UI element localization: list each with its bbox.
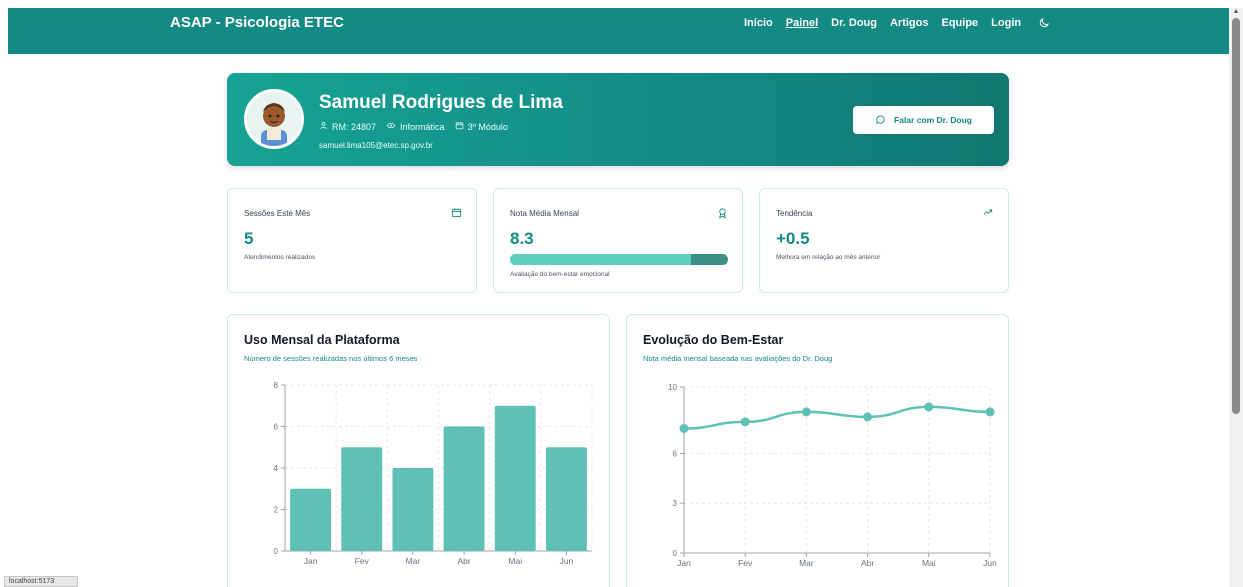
stat-card-sessions: Sessões Este Mês 5 Atendimentos realizad… (227, 188, 477, 293)
talk-to-dr-doug-button[interactable]: Falar com Dr. Doug (853, 106, 994, 134)
profile-banner: Samuel Rodrigues de Lima RM: 24807 Infor… (227, 73, 1009, 166)
student-module: 3º Módulo (467, 121, 508, 132)
x-tick-label: Jan (304, 556, 318, 566)
stat-card-grade: Nota Média Mensal 8.3 Avaliação do bem-e… (493, 188, 743, 293)
brand-title[interactable]: ASAP - Psicologia ETEC (170, 14, 344, 31)
window-top-edge (0, 0, 1229, 8)
scroll-up-arrow-icon[interactable]: ▲ (1232, 8, 1240, 16)
user-icon (319, 121, 328, 132)
stat-title: Sessões Este Mês (244, 209, 311, 218)
x-tick-label: Mar (406, 556, 421, 566)
nav-link-dr-doug[interactable]: Dr. Doug (831, 17, 877, 29)
point-mai (924, 402, 934, 412)
student-email: samuel.lima105@etec.sp.gov.br (319, 141, 433, 150)
stat-title: Tendência (776, 209, 813, 218)
chat-bubble-icon (875, 114, 886, 127)
x-tick-label: Fev (738, 558, 753, 568)
usage-chart-card: Uso Mensal da Plataforma Número de sessõ… (227, 314, 610, 587)
point-abr (863, 412, 873, 422)
bar-mar (392, 468, 434, 551)
student-rm: RM: 24807 (332, 121, 377, 132)
y-tick-label: 3 (673, 499, 678, 508)
x-tick-label: Fev (355, 556, 370, 566)
nav-link-painel[interactable]: Painel (786, 17, 818, 29)
award-icon (717, 207, 728, 222)
stat-subtitle: Atendimentos realizados (244, 254, 316, 261)
stat-value: 8.3 (510, 229, 534, 248)
student-meta: RM: 24807 Informática 3º Módulo (319, 121, 508, 132)
bar-jun (545, 447, 587, 551)
x-tick-label: Abr (457, 556, 470, 566)
grade-progress-fill (510, 254, 691, 265)
bar-mai (494, 405, 536, 551)
nav-link-equipe[interactable]: Equipe (941, 17, 978, 29)
x-tick-label: Jun (983, 558, 997, 568)
y-tick-label: 0 (274, 547, 279, 556)
y-tick-label: 0 (673, 549, 678, 558)
stat-card-trend: Tendência +0.5 Melhora em relação ao mês… (759, 188, 1009, 293)
stat-value: +0.5 (776, 229, 810, 248)
usage-bar-chart: 0 2 4 6 8 Jan Fev Mar Abr Mai Jun (274, 381, 593, 566)
moon-icon[interactable] (1038, 17, 1050, 32)
bar-abr (443, 426, 485, 551)
nav-link-inicio[interactable]: Início (744, 17, 773, 29)
series-line (683, 405, 991, 430)
calendar-icon (455, 121, 464, 132)
stat-subtitle: Melhora em relação ao mês anterior (776, 254, 881, 261)
x-tick-label: Mai (922, 558, 936, 568)
y-tick-label: 4 (274, 464, 279, 473)
bar-fev (341, 447, 383, 551)
student-name: Samuel Rodrigues de Lima (319, 92, 563, 113)
y-tick-label: 8 (274, 381, 279, 390)
point-jan (679, 424, 689, 433)
y-tick-label: 2 (274, 506, 279, 515)
y-tick-label: 10 (668, 383, 677, 392)
avatar (244, 89, 304, 149)
stat-value: 5 (244, 229, 254, 248)
talk-button-label: Falar com Dr. Doug (894, 115, 972, 125)
x-tick-label: Jan (677, 558, 691, 568)
stat-subtitle: Avaliação do bem-estar emocional (510, 271, 610, 278)
nav-link-artigos[interactable]: Artigos (890, 17, 929, 29)
x-tick-label: Mar (799, 558, 814, 568)
trending-up-icon (982, 207, 994, 220)
x-tick-label: Mai (508, 556, 522, 566)
scroll-thumb[interactable] (1232, 18, 1240, 414)
wellbeing-line-chart: 0 3 6 10 Jan Fev Mar Abr Mai Jun (668, 383, 997, 568)
student-course: Informática (400, 121, 445, 132)
point-mar (801, 407, 811, 417)
point-jun (985, 407, 995, 417)
eye-icon (386, 121, 396, 132)
x-tick-label: Jun (560, 556, 574, 566)
stat-title: Nota Média Mensal (510, 209, 579, 218)
nav-link-login[interactable]: Login (991, 17, 1021, 29)
point-fev (740, 417, 750, 427)
y-tick-label: 6 (673, 449, 678, 458)
page-scrollbar[interactable]: ▲ (1229, 8, 1243, 587)
wellbeing-chart-card: Evolução do Bem-Estar Nota média mensal … (626, 314, 1009, 587)
calendar-icon (451, 207, 462, 221)
bar-jan (290, 488, 332, 551)
y-tick-label: 6 (274, 423, 279, 432)
x-tick-label: Abr (861, 558, 874, 568)
status-url: localhost:5173 (4, 576, 78, 587)
nav-links: Início Painel Dr. Doug Artigos Equipe Lo… (744, 17, 1021, 29)
grade-progress-bar (510, 254, 728, 265)
